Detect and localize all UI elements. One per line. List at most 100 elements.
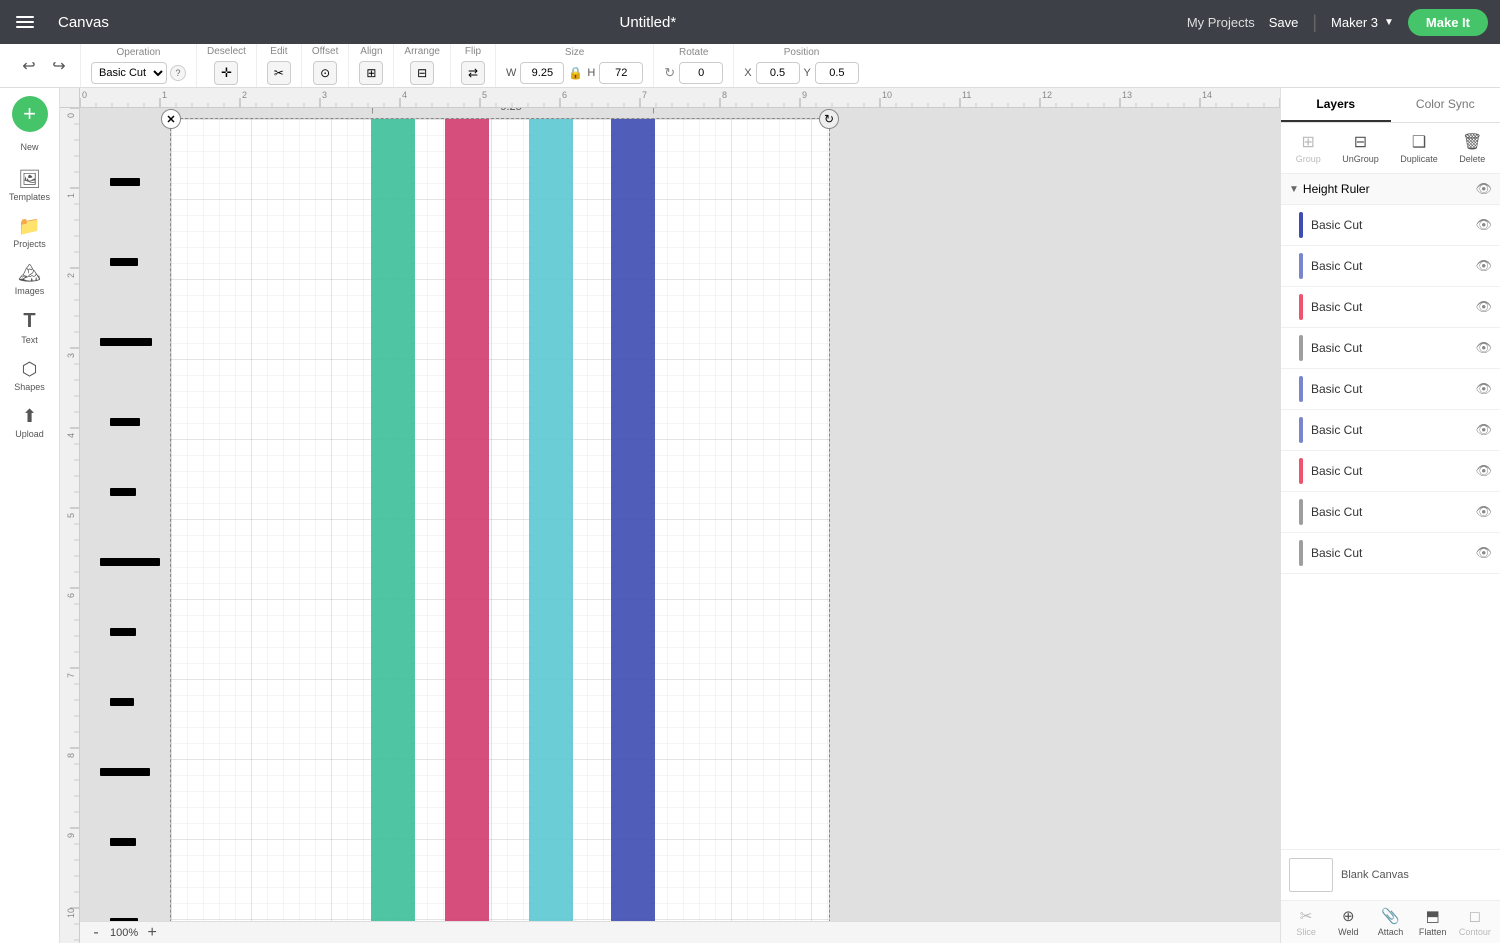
offset-button[interactable]: ⊙ <box>313 61 337 85</box>
layer-item[interactable]: Basic Cut 👁 <box>1281 410 1500 451</box>
layer-color-swatch <box>1299 376 1303 402</box>
layer-eye-icon[interactable]: 👁 <box>1475 381 1492 397</box>
measurement-indicator: | | 9.25" <box>371 108 655 117</box>
blank-canvas-section: Blank Canvas <box>1281 849 1500 900</box>
arrange-button[interactable]: ⊟ <box>410 61 434 85</box>
right-panel-tabs: Layers Color Sync <box>1281 88 1500 123</box>
svg-text:13: 13 <box>1122 90 1132 100</box>
sidebar-item-templates[interactable]: 🖼 Templates <box>3 164 57 207</box>
layer-eye-icon[interactable]: 👁 <box>1475 422 1492 438</box>
lock-icon: 🔒 <box>568 66 583 80</box>
y-input[interactable] <box>815 62 859 84</box>
vertical-ruler: 01234567891011 <box>60 108 80 943</box>
flatten-tool[interactable]: ⬒ Flatten <box>1416 907 1450 937</box>
my-projects-link[interactable]: My Projects <box>1187 15 1255 30</box>
svg-text:7: 7 <box>66 673 76 678</box>
layer-group-header[interactable]: ▼ Height Ruler 👁 <box>1281 174 1500 205</box>
layer-item[interactable]: Basic Cut 👁 <box>1281 328 1500 369</box>
layer-eye-icon[interactable]: 👁 <box>1475 504 1492 520</box>
height-input[interactable] <box>599 62 643 84</box>
undo-button[interactable]: ↩ <box>16 53 42 79</box>
contour-label: Contour <box>1459 927 1491 937</box>
sidebar-item-images[interactable]: 🏔 Images <box>3 258 57 301</box>
attach-tool[interactable]: 📎 Attach <box>1373 907 1407 937</box>
chevron-down-icon: ▼ <box>1384 17 1394 28</box>
ungroup-tool[interactable]: ⊟ UnGroup <box>1336 129 1385 167</box>
group-tool[interactable]: ⊞ Group <box>1290 129 1327 167</box>
zoom-in-button[interactable]: + <box>144 925 160 941</box>
layer-item[interactable]: Basic Cut 👁 <box>1281 205 1500 246</box>
tab-color-sync[interactable]: Color Sync <box>1391 88 1500 122</box>
rotate-icon: ↻ <box>664 65 675 81</box>
sidebar-item-shapes[interactable]: ⬡ Shapes <box>3 354 57 397</box>
make-it-button[interactable]: Make It <box>1408 9 1488 36</box>
text-icon: T <box>23 310 35 333</box>
duplicate-tool[interactable]: ❑ Duplicate <box>1394 129 1444 167</box>
svg-text:14: 14 <box>1202 90 1212 100</box>
blank-canvas-preview <box>1289 858 1333 892</box>
layer-eye-icon[interactable]: 👁 <box>1475 340 1492 356</box>
layer-color-swatch <box>1299 294 1303 320</box>
layer-group-eye[interactable]: 👁 <box>1475 181 1492 197</box>
sidebar-item-text[interactable]: T Text <box>3 305 57 350</box>
tab-layers[interactable]: Layers <box>1281 88 1391 122</box>
layer-eye-icon[interactable]: 👁 <box>1475 545 1492 561</box>
projects-icon: 📁 <box>18 216 40 237</box>
redo-button[interactable]: ↪ <box>46 53 72 79</box>
rotate-section: Rotate ↻ <box>654 44 734 87</box>
templates-icon: 🖼 <box>18 169 41 190</box>
layer-eye-icon[interactable]: 👁 <box>1475 217 1492 233</box>
slice-tool[interactable]: ✂ Slice <box>1289 907 1323 937</box>
sidebar-item-projects[interactable]: 📁 Projects <box>3 211 57 254</box>
layer-item[interactable]: Basic Cut 👁 <box>1281 451 1500 492</box>
delete-tool[interactable]: 🗑 Delete <box>1453 129 1491 167</box>
save-button[interactable]: Save <box>1269 15 1299 30</box>
panel-toolbar: ⊞ Group ⊟ UnGroup ❑ Duplicate 🗑 Delete <box>1281 123 1500 174</box>
edit-button[interactable]: ✂ <box>267 61 291 85</box>
bottom-tools: ✂ Slice ⊕ Weld 📎 Attach ⬒ Flatten ◻ Cont… <box>1281 900 1500 943</box>
operation-select[interactable]: Basic Cut <box>91 62 167 84</box>
operation-label: Operation <box>117 47 161 58</box>
layer-item[interactable]: Basic Cut 👁 <box>1281 492 1500 533</box>
width-input[interactable] <box>520 62 564 84</box>
layer-eye-icon[interactable]: 👁 <box>1475 463 1492 479</box>
toolbar: ↩ ↪ Operation Basic Cut ? Deselect ✛ Edi… <box>0 44 1500 88</box>
canvas-area[interactable]: 012345678910111213141516 01234567891011 … <box>60 88 1280 943</box>
svg-text:0: 0 <box>82 90 87 100</box>
rotate-handle[interactable]: ↻ <box>819 109 839 129</box>
svg-text:8: 8 <box>66 753 76 758</box>
hamburger-btn[interactable] <box>12 12 38 32</box>
upload-label: Upload <box>15 429 44 439</box>
layer-group-label: Height Ruler <box>1303 182 1472 196</box>
blank-canvas-label: Blank Canvas <box>1341 869 1409 881</box>
operation-help[interactable]: ? <box>170 65 186 81</box>
align-button[interactable]: ⊞ <box>359 61 383 85</box>
layer-item[interactable]: Basic Cut 👁 <box>1281 246 1500 287</box>
zoom-out-button[interactable]: - <box>88 925 104 941</box>
close-handle[interactable]: ✕ <box>161 109 181 129</box>
flip-label: Flip <box>465 46 481 57</box>
contour-tool[interactable]: ◻ Contour <box>1458 907 1492 937</box>
weld-tool[interactable]: ⊕ Weld <box>1331 907 1365 937</box>
canvas-scroll[interactable]: | | 9.25" ✕ ↻ <box>80 108 1280 921</box>
layer-item[interactable]: Basic Cut 👁 <box>1281 369 1500 410</box>
svg-text:6: 6 <box>66 593 76 598</box>
projects-label: Projects <box>13 239 46 249</box>
layer-item[interactable]: Basic Cut 👁 <box>1281 533 1500 574</box>
rotate-input[interactable] <box>679 62 723 84</box>
svg-text:1: 1 <box>66 193 76 198</box>
layer-item[interactable]: Basic Cut 👁 <box>1281 287 1500 328</box>
flip-button[interactable]: ⇄ <box>461 61 485 85</box>
sidebar-item-upload[interactable]: ⬆ Upload <box>3 401 57 444</box>
svg-text:2: 2 <box>66 273 76 278</box>
machine-select[interactable]: Maker 3 ▼ <box>1331 15 1394 30</box>
group-label: Group <box>1296 154 1321 164</box>
align-label: Align <box>360 46 382 57</box>
new-button[interactable]: + <box>12 96 48 132</box>
layer-eye-icon[interactable]: 👁 <box>1475 299 1492 315</box>
h-ruler-svg: 012345678910111213141516 <box>80 88 1280 108</box>
layer-eye-icon[interactable]: 👁 <box>1475 258 1492 274</box>
x-input[interactable] <box>756 62 800 84</box>
deselect-button[interactable]: ✛ <box>214 61 238 85</box>
ruler-corner <box>60 88 80 108</box>
